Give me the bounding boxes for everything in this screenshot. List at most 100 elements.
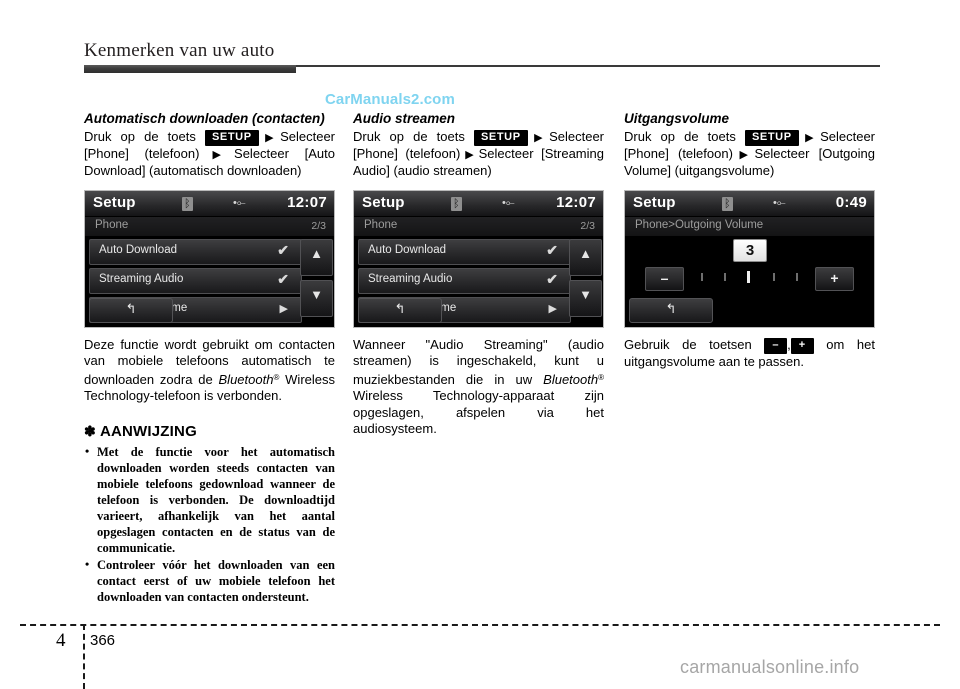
list-item-label: Streaming Audio [368, 272, 453, 285]
device-screen-auto-download: Setup ᛒ •⟜ 12:07 Phone 2/3 Auto Download… [84, 189, 335, 328]
back-button[interactable]: ↰ [358, 297, 442, 323]
notice-item-text: Controleer vóór het downloaden van een c… [97, 557, 335, 604]
section-title-outgoing-volume: Uitgangsvolume [624, 111, 730, 126]
slider-tick-current [747, 270, 750, 283]
scroll-down-button[interactable]: ▼ [569, 279, 602, 317]
screen-clock: 12:07 [287, 193, 327, 211]
slider-tick [773, 272, 775, 281]
notice-item: • Controleer vóór het downloaden van een… [84, 557, 335, 605]
notice-block: ✽ AANWIJZING • Met de functie voor het au… [84, 423, 335, 605]
registered-mark: ® [598, 372, 604, 382]
page-header: Kenmerken van uw auto [84, 40, 880, 73]
description-outgoing-volume: Gebruik de toetsen –, + om het uitgangsvo… [624, 337, 875, 371]
screen-subtitle: Phone>Outgoing Volume [635, 218, 764, 231]
device-screen-audio-streaming: Setup ᛒ •⟜ 12:07 Phone 2/3 Auto Download… [353, 189, 604, 328]
check-icon: ✔ [546, 270, 558, 287]
scroll-down-button[interactable]: ▼ [300, 279, 333, 317]
setup-key-chip: SETUP [473, 130, 528, 146]
check-icon: ✔ [546, 241, 558, 258]
device-screen-outgoing-volume: Setup ᛒ •⟜ 0:49 Phone>Outgoing Volume 3 … [624, 189, 875, 328]
plus-key-chip: + [790, 337, 814, 354]
screen-scroll-controls: ▲ ▼ [569, 238, 602, 321]
screen-titlebar: Setup ᛒ •⟜ 12:07 [354, 190, 603, 217]
notice-items: • Met de functie voor het automatisch do… [84, 444, 335, 605]
slider-tick [701, 272, 703, 281]
notice-heading: ✽ AANWIJZING [84, 423, 335, 440]
back-button[interactable]: ↰ [89, 297, 173, 323]
description-auto-download: Deze functie wordt gebruikt om contacten… [84, 337, 335, 405]
description-post: Wireless Technology-apparaat zijn opgesl… [353, 388, 604, 436]
volume-increase-button[interactable]: + [815, 266, 854, 291]
triangle-down-icon: ▼ [310, 286, 323, 302]
back-button[interactable]: ↰ [629, 297, 713, 323]
screen-titlebar: Setup ᛒ •⟜ 12:07 [85, 190, 334, 217]
screen-title: Setup [362, 193, 405, 211]
column-audio-streaming: Audio streamen Druk op de toets SETUP ▶Se… [353, 110, 604, 438]
volume-decrease-button[interactable]: – [645, 266, 684, 291]
screen-page-indicator: 2/3 [580, 219, 595, 232]
triangle-up-icon: ▲ [579, 245, 592, 261]
scroll-up-button[interactable]: ▲ [569, 238, 602, 276]
screen-clock: 12:07 [556, 193, 596, 211]
bluetooth-icon: ᛒ [451, 196, 462, 211]
instruction-lead: Druk op de toets [84, 129, 196, 144]
slider-tick [796, 272, 798, 281]
arrow-icon: ▶ [799, 131, 820, 144]
list-item[interactable]: Auto Download ✔ [358, 238, 571, 265]
arrow-icon: ▶ [461, 148, 478, 161]
list-item-label: Streaming Audio [99, 272, 184, 285]
screen-subtitle: Phone [95, 218, 129, 231]
list-item[interactable]: Auto Download ✔ [89, 238, 302, 265]
column-auto-download: Automatisch downloaden (contacten) Druk … [84, 110, 335, 606]
header-rule-thick [84, 65, 296, 73]
list-item-label: Auto Download [368, 243, 446, 256]
notice-heading-label: AANWIJZING [99, 422, 197, 440]
screen-subbar: Phone 2/3 [85, 216, 334, 236]
chevron-right-icon: ▶ [548, 302, 557, 315]
bluetooth-icon: ᛒ [722, 196, 733, 211]
triangle-down-icon: ▼ [579, 286, 592, 302]
instruction-lead: Druk op de toets [624, 129, 736, 144]
asterisk-icon: ✽ [84, 422, 96, 439]
scroll-up-button[interactable]: ▲ [300, 238, 333, 276]
description-lead: Gebruik de toetsen [624, 336, 752, 352]
check-icon: ✔ [277, 270, 289, 287]
volume-value-display: 3 [733, 238, 767, 262]
usb-icon: •⟜ [502, 196, 515, 209]
triangle-up-icon: ▲ [310, 245, 323, 261]
watermark-bottom: carmanualsonline.info [680, 657, 860, 677]
volume-control-area: 3 – + [625, 237, 874, 295]
screen-clock: 0:49 [835, 193, 867, 211]
chevron-right-icon: ▶ [279, 302, 288, 315]
watermark-top: CarManuals2.com [325, 91, 455, 108]
slider-tick [724, 272, 726, 281]
list-item[interactable]: Streaming Audio ✔ [358, 267, 571, 294]
back-arrow-icon: ↰ [394, 300, 406, 316]
notice-item: • Met de functie voor het automatisch do… [84, 444, 335, 556]
footer-divider-vertical [83, 624, 85, 689]
page-title: Kenmerken van uw auto [84, 40, 275, 61]
instruction-audio-streaming: Druk op de toets SETUP ▶Selecteer [Phone]… [353, 129, 604, 180]
arrow-icon: ▶ [528, 131, 549, 144]
instruction-lead: Druk op de toets [353, 129, 465, 144]
instruction-auto-download: Druk op de toets SETUP ▶Selecteer [Phone]… [84, 129, 335, 180]
minus-key-chip: – [764, 337, 788, 354]
bluetooth-brand: Bluetooth [218, 371, 274, 387]
usb-icon: •⟜ [773, 196, 786, 209]
arrow-icon: ▶ [733, 148, 754, 161]
screen-title: Setup [633, 193, 676, 211]
check-icon: ✔ [277, 241, 289, 258]
section-title-auto-download: Automatisch downloaden (contacten) [84, 111, 325, 126]
list-item[interactable]: Streaming Audio ✔ [89, 267, 302, 294]
arrow-icon: ▶ [259, 131, 280, 144]
back-arrow-icon: ↰ [665, 300, 677, 316]
setup-key-chip: SETUP [744, 130, 799, 146]
arrow-icon: ▶ [200, 148, 234, 161]
column-outgoing-volume: Uitgangsvolume Druk op de toets SETUP ▶Se… [624, 110, 875, 370]
bluetooth-icon: ᛒ [182, 196, 193, 211]
list-item-label: Auto Download [99, 243, 177, 256]
bullet-icon: • [85, 443, 90, 458]
bluetooth-brand: Bluetooth [543, 371, 599, 387]
bullet-icon: • [85, 556, 90, 571]
usb-icon: •⟜ [233, 196, 246, 209]
